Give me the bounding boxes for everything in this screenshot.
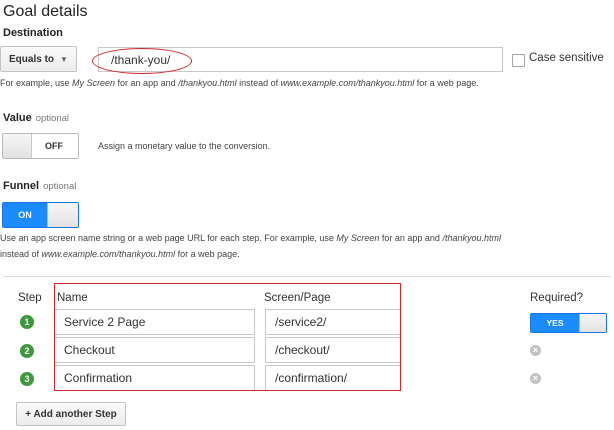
funnel-toggle-label: ON (3, 203, 47, 227)
help-example: My Screen (336, 233, 380, 243)
help-text: For example, use (0, 78, 73, 88)
step-name-input[interactable]: Service 2 Page (54, 309, 255, 335)
step-name-input[interactable]: Confirmation (54, 365, 255, 391)
destination-help-text: For example, use My Screen for an app an… (0, 75, 614, 91)
step-screen-value: /confirmation/ (275, 371, 348, 385)
help-example: /thankyou.html (442, 233, 501, 243)
step-number-badge: 3 (20, 372, 34, 386)
funnel-optional-tag: optional (43, 181, 77, 192)
chevron-down-icon: ▼ (60, 54, 68, 64)
help-text: instead of (236, 78, 281, 88)
help-example: /thankyou.html (178, 78, 237, 88)
step-screen-value: /checkout/ (275, 343, 330, 357)
step-screen-input[interactable]: /service2/ (265, 309, 401, 335)
step-screen-input[interactable]: /checkout/ (265, 337, 401, 363)
add-step-button[interactable]: + Add another Step (16, 402, 126, 426)
value-label-text: Value (3, 112, 32, 124)
match-type-value: Equals to (9, 53, 55, 65)
value-label: Value optional (3, 112, 69, 124)
step-name-value: Confirmation (64, 371, 133, 385)
step-screen-input[interactable]: /confirmation/ (265, 365, 401, 391)
destination-label: Destination (3, 27, 63, 39)
funnel-label-text: Funnel (3, 180, 40, 192)
help-text: Use an app screen name string or a web p… (0, 233, 337, 243)
column-header-required: Required? (530, 292, 584, 304)
toggle-knob (579, 314, 606, 332)
help-text: for an app and (115, 78, 179, 88)
column-header-step: Step (18, 292, 42, 304)
help-example: www.example.com/thankyou.html (280, 78, 415, 88)
help-example: My Screen (72, 78, 116, 88)
step-name-value: Checkout (64, 343, 115, 357)
step-name-input[interactable]: Checkout (54, 337, 255, 363)
step-number-badge: 2 (20, 344, 34, 358)
funnel-help-text: Use an app screen name string or a web p… (0, 230, 612, 262)
help-text: for a web page. (175, 249, 240, 259)
toggle-knob (3, 134, 31, 158)
step-screen-value: /service2/ (275, 315, 327, 329)
case-sensitive-label: Case sensitive (529, 52, 604, 64)
toggle-knob (47, 203, 78, 227)
destination-input[interactable]: /thank-you/ (98, 47, 503, 72)
step-name-value: Service 2 Page (64, 315, 146, 329)
column-header-screen-page: Screen/Page (264, 292, 331, 304)
required-toggle-label: YES (531, 314, 579, 332)
help-example: www.example.com/thankyou.html (41, 249, 176, 259)
case-sensitive-checkbox[interactable] (512, 54, 525, 67)
step-number-badge: 1 (20, 315, 34, 329)
column-header-name: Name (57, 292, 88, 304)
page-title: Goal details (3, 3, 88, 20)
value-toggle[interactable]: OFF (2, 133, 79, 159)
help-text: for a web page. (414, 78, 479, 88)
funnel-toggle[interactable]: ON (2, 202, 79, 228)
value-optional-tag: optional (35, 113, 70, 124)
value-description: Assign a monetary value to the conversio… (98, 141, 271, 151)
value-toggle-label: OFF (31, 134, 76, 158)
help-text: instead of (0, 249, 42, 259)
remove-step-icon[interactable]: × (530, 373, 541, 384)
remove-step-icon[interactable]: × (530, 345, 541, 356)
match-type-dropdown[interactable]: Equals to ▼ (0, 46, 77, 72)
help-text: for an app and (379, 233, 443, 243)
destination-input-value: /thank-you/ (111, 52, 171, 67)
funnel-label: Funnel optional (3, 180, 76, 192)
step-required-toggle[interactable]: YES (530, 313, 607, 333)
